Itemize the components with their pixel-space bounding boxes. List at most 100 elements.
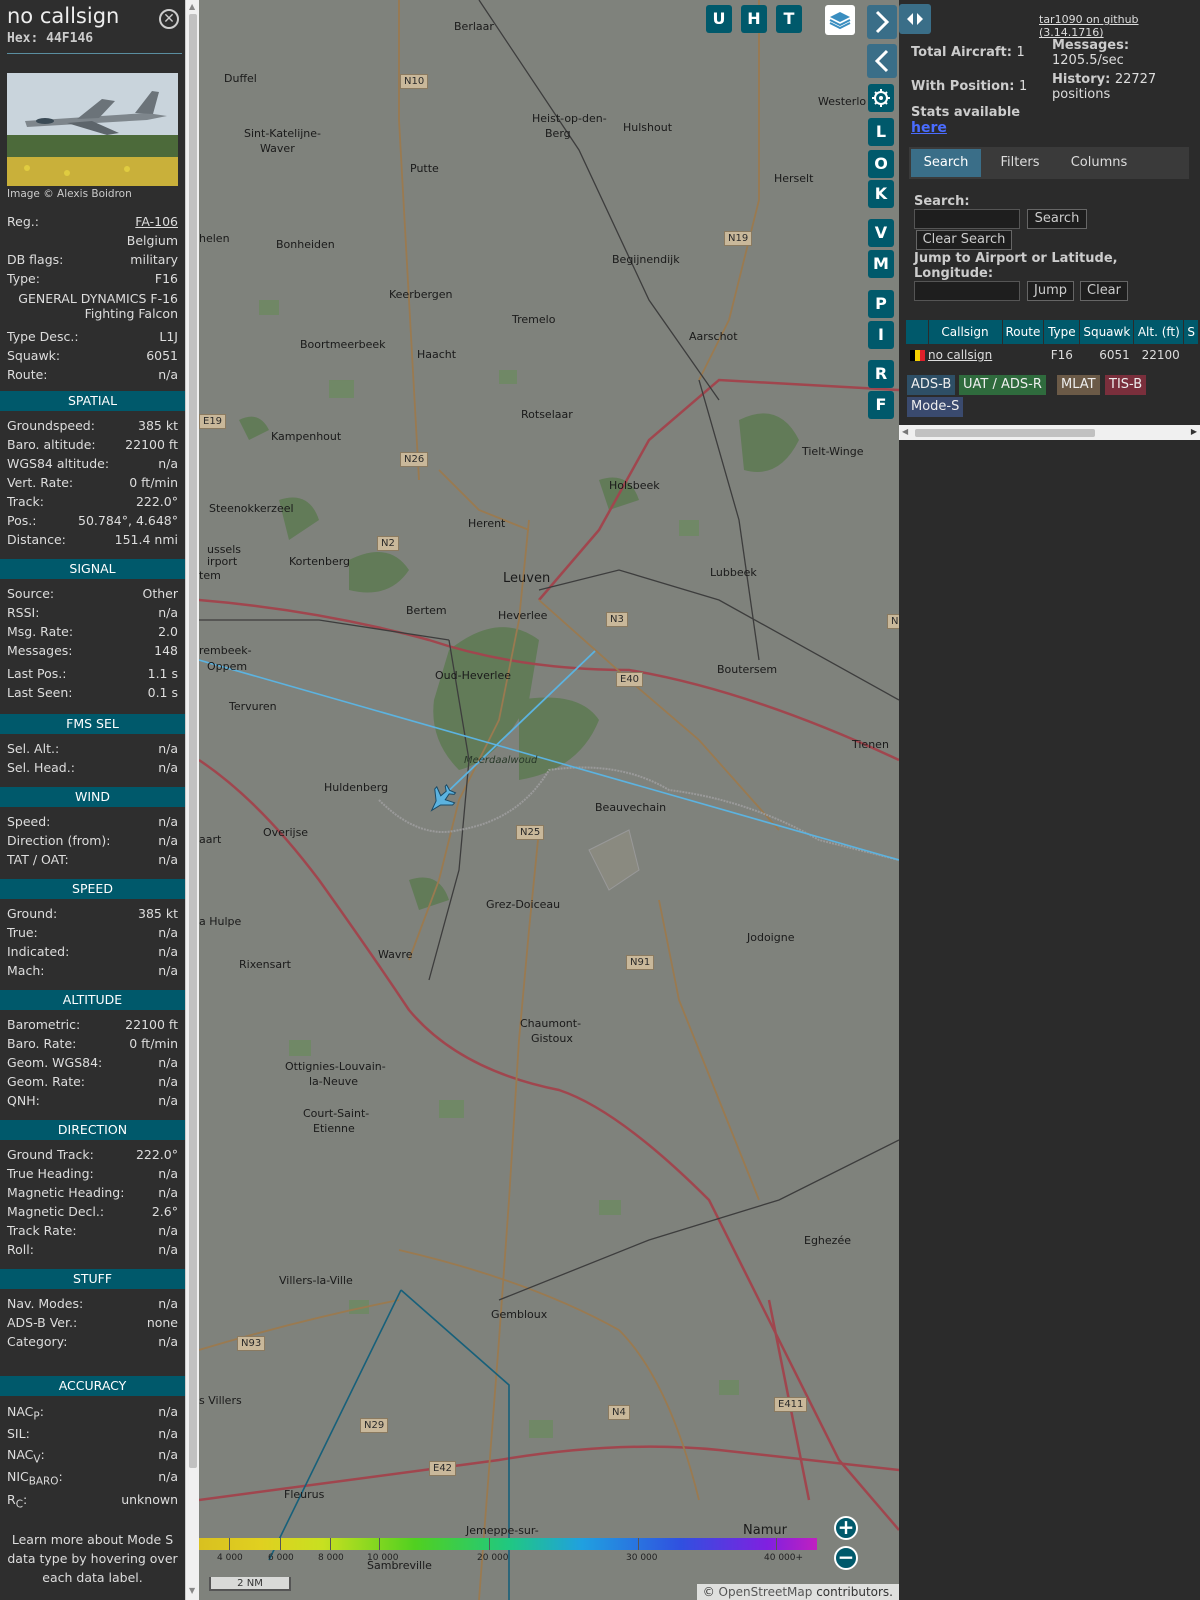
spatial-label[interactable]: Groundspeed: xyxy=(7,418,95,433)
section-signal[interactable]: SIGNAL xyxy=(0,559,185,579)
clear-button[interactable]: Clear xyxy=(1080,281,1128,301)
fms-label[interactable]: Sel. Head.: xyxy=(7,760,75,775)
spatial-label[interactable]: Distance: xyxy=(7,532,66,547)
direction-label[interactable]: Roll: xyxy=(7,1242,34,1257)
signal-label[interactable]: RSSI: xyxy=(7,605,39,620)
search-button[interactable]: Search xyxy=(1027,209,1087,229)
jump-input[interactable] xyxy=(914,281,1020,301)
aircraft-photo[interactable] xyxy=(7,73,178,186)
button-k[interactable]: K xyxy=(868,180,894,208)
tab-columns[interactable]: Columns xyxy=(1059,149,1139,177)
wind-label[interactable]: Speed: xyxy=(7,814,50,829)
section-accuracy[interactable]: ACCURACY xyxy=(0,1376,185,1396)
button-i[interactable]: I xyxy=(868,321,894,349)
section-fms[interactable]: FMS SEL xyxy=(0,714,185,734)
clear-search-button[interactable]: Clear Search xyxy=(916,230,1012,250)
tab-search[interactable]: Search xyxy=(911,149,981,177)
zoom-out-button[interactable]: − xyxy=(834,1546,858,1570)
altitude-label[interactable]: Geom. Rate: xyxy=(7,1074,85,1089)
button-f[interactable]: F xyxy=(868,391,894,419)
callsign-cell[interactable]: no callsign xyxy=(906,344,1002,366)
close-icon[interactable]: ✕ xyxy=(159,9,179,29)
reg-link[interactable]: FA-106 xyxy=(135,214,178,229)
button-h[interactable]: H xyxy=(741,5,767,33)
signal-label[interactable]: Msg. Rate: xyxy=(7,624,73,639)
button-o[interactable]: O xyxy=(868,150,894,178)
speed-label[interactable]: True: xyxy=(7,925,38,940)
spatial-label[interactable]: WGS84 altitude: xyxy=(7,456,109,471)
direction-label[interactable]: Ground Track: xyxy=(7,1147,94,1162)
spatial-label[interactable]: Vert. Rate: xyxy=(7,475,73,490)
collapse-left-button[interactable] xyxy=(867,44,897,78)
direction-label[interactable]: Magnetic Heading: xyxy=(7,1185,124,1200)
stuff-label[interactable]: Nav. Modes: xyxy=(7,1296,83,1311)
table-horizontal-scrollbar[interactable]: ◀ ▶ xyxy=(899,425,1200,440)
direction-label[interactable]: Magnetic Decl.: xyxy=(7,1204,104,1219)
button-v[interactable]: V xyxy=(868,219,894,247)
jump-button[interactable]: Jump xyxy=(1027,281,1074,301)
expand-right-button[interactable] xyxy=(867,5,897,39)
callsign-column-header[interactable]: Callsign xyxy=(928,320,1003,344)
section-wind[interactable]: WIND xyxy=(0,787,185,807)
altitude-label[interactable]: Geom. WGS84: xyxy=(7,1055,102,1070)
section-spatial[interactable]: SPATIAL xyxy=(0,391,185,411)
stats-link[interactable]: here xyxy=(911,120,947,136)
section-direction[interactable]: DIRECTION xyxy=(0,1120,185,1140)
altitude-column-header[interactable]: Alt. (ft) xyxy=(1133,320,1185,344)
speed-label[interactable]: Indicated: xyxy=(7,944,69,959)
sil-label[interactable]: SIL: xyxy=(7,1426,30,1441)
nacp-label[interactable]: NACP: xyxy=(7,1404,44,1423)
scroll-down-icon[interactable]: ▼ xyxy=(189,1586,195,1595)
direction-label[interactable]: True Heading: xyxy=(7,1166,94,1181)
signal-label[interactable]: Source: xyxy=(7,586,54,601)
horizontal-scrollbar-thumb[interactable] xyxy=(915,429,1095,437)
speed-column-header[interactable]: S xyxy=(1183,320,1199,344)
scroll-up-icon[interactable]: ▲ xyxy=(189,2,195,11)
tab-filters[interactable]: Filters xyxy=(985,149,1055,177)
signal-label[interactable]: Last Pos.: xyxy=(7,666,66,681)
signal-label[interactable]: Last Seen: xyxy=(7,685,72,700)
stuff-label[interactable]: Category: xyxy=(7,1334,67,1349)
scroll-left-icon[interactable]: ◀ xyxy=(902,427,908,436)
section-speed[interactable]: SPEED xyxy=(0,879,185,899)
search-input[interactable] xyxy=(914,209,1020,229)
route-column-header[interactable]: Route xyxy=(1002,320,1045,344)
nacv-label[interactable]: NACV: xyxy=(7,1447,45,1466)
stuff-label[interactable]: ADS-B Ver.: xyxy=(7,1315,77,1330)
zoom-in-button[interactable]: + xyxy=(834,1516,858,1540)
button-r[interactable]: R xyxy=(868,360,894,388)
layers-button[interactable] xyxy=(825,5,855,35)
spatial-label[interactable]: Track: xyxy=(7,494,44,509)
flag-column-header[interactable] xyxy=(906,320,929,344)
button-m[interactable]: M xyxy=(868,250,894,278)
button-l[interactable]: L xyxy=(868,118,894,146)
nicbaro-label[interactable]: NICBARO: xyxy=(7,1469,63,1488)
button-p[interactable]: P xyxy=(868,290,894,318)
button-t[interactable]: T xyxy=(776,5,802,33)
speed-label[interactable]: Ground: xyxy=(7,906,57,921)
scroll-right-icon[interactable]: ▶ xyxy=(1191,427,1197,436)
type-column-header[interactable]: Type xyxy=(1043,320,1081,344)
squawk-column-header[interactable]: Squawk xyxy=(1079,320,1135,344)
toggle-panel-button[interactable] xyxy=(899,4,931,34)
table-row[interactable]: no callsign F16 6051 22100 xyxy=(906,344,1198,366)
fms-label[interactable]: Sel. Alt.: xyxy=(7,741,59,756)
osm-link[interactable]: OpenStreetMap xyxy=(719,1585,813,1599)
wind-label[interactable]: Direction (from): xyxy=(7,833,111,848)
section-stuff[interactable]: STUFF xyxy=(0,1269,185,1289)
altitude-label[interactable]: Barometric: xyxy=(7,1017,80,1032)
sidebar-scrollbar[interactable]: ▲ ▼ xyxy=(185,0,199,1600)
direction-label[interactable]: Track Rate: xyxy=(7,1223,77,1238)
rc-label[interactable]: RC: xyxy=(7,1492,27,1511)
altitude-label[interactable]: Baro. Rate: xyxy=(7,1036,76,1051)
map-view[interactable]: Berlaar Duffel Heist-op-den- Berg Hulshout We… xyxy=(199,0,899,1600)
altitude-label[interactable]: QNH: xyxy=(7,1093,40,1108)
github-link[interactable]: tar1090 on github (3.14.1716) xyxy=(1039,13,1200,39)
scrollbar-thumb[interactable] xyxy=(189,14,197,1468)
wind-label[interactable]: TAT / OAT: xyxy=(7,852,69,867)
settings-button[interactable] xyxy=(868,84,894,112)
button-u[interactable]: U xyxy=(706,5,732,33)
spatial-label[interactable]: Baro. altitude: xyxy=(7,437,96,452)
section-altitude[interactable]: ALTITUDE xyxy=(0,990,185,1010)
speed-label[interactable]: Mach: xyxy=(7,963,44,978)
